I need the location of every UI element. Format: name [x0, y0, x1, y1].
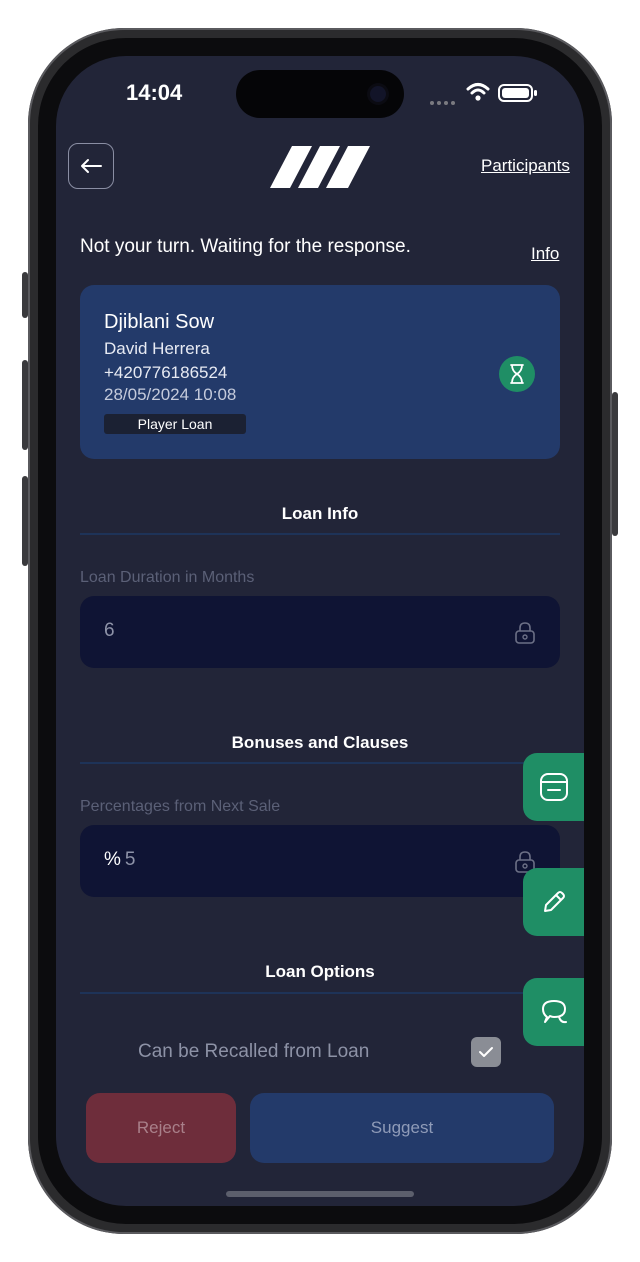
lock-icon	[515, 622, 535, 644]
phone-number: +420776186524	[104, 363, 228, 382]
home-indicator[interactable]	[226, 1191, 414, 1197]
agent-name: David Herrera	[104, 339, 210, 358]
sale-percentage-label: Percentages from Next Sale	[80, 798, 281, 815]
loan-duration-label: Loan Duration in Months	[80, 569, 255, 586]
back-button[interactable]	[68, 143, 114, 189]
signal-dots-icon	[430, 92, 458, 110]
loan-duration-field[interactable]: 6	[80, 596, 560, 668]
participants-link[interactable]: Participants	[481, 156, 570, 176]
loan-duration-value: 6	[104, 620, 115, 641]
loan-info-title: Loan Info	[281, 504, 359, 523]
power-button[interactable]	[612, 392, 618, 536]
edit-fab-button[interactable]	[523, 868, 584, 936]
bonuses-title: Bonuses and Clauses	[231, 733, 409, 752]
turn-status-message: Not your turn. Waiting for the response.	[80, 236, 411, 257]
chat-icon	[542, 1000, 567, 1024]
sale-percentage-value-wrap: % 5	[104, 849, 135, 871]
recall-option-label: Can be Recalled from Loan	[138, 1041, 370, 1062]
camera-lens	[370, 86, 386, 102]
divider	[80, 992, 560, 994]
recall-checkbox[interactable]	[471, 1037, 501, 1067]
chat-fab-button[interactable]	[523, 978, 584, 1046]
suggest-button[interactable]: Suggest	[250, 1093, 554, 1163]
percent-symbol: %	[104, 849, 121, 870]
player-card[interactable]: Djiblani Sow David Herrera +420776186524…	[80, 285, 560, 459]
player-name: Djiblani Sow	[104, 311, 215, 333]
app-logo	[270, 146, 370, 188]
divider	[80, 533, 560, 535]
arrow-left-icon	[81, 159, 102, 173]
reject-button[interactable]: Reject	[86, 1093, 236, 1163]
info-link[interactable]: Info	[531, 244, 559, 264]
screen: 14:04 Participants Not your turn. Waitin…	[56, 56, 584, 1206]
divider	[80, 762, 560, 764]
battery-icon	[498, 84, 537, 102]
sale-percentage-value: 5	[124, 849, 136, 870]
checkmark-icon	[479, 1047, 493, 1057]
pending-status	[499, 356, 535, 392]
offer-type-badge: Player Loan	[104, 414, 246, 434]
status-time: 14:04	[126, 80, 183, 105]
notes-icon	[540, 773, 568, 801]
offer-date: 28/05/2024 10:08	[104, 385, 237, 404]
wifi-icon	[466, 83, 490, 101]
hourglass-icon	[510, 364, 524, 384]
sale-percentage-field[interactable]: % 5	[80, 825, 560, 897]
notes-fab-button[interactable]	[523, 753, 584, 821]
loan-options-title: Loan Options	[265, 962, 375, 981]
pencil-icon	[544, 891, 565, 912]
